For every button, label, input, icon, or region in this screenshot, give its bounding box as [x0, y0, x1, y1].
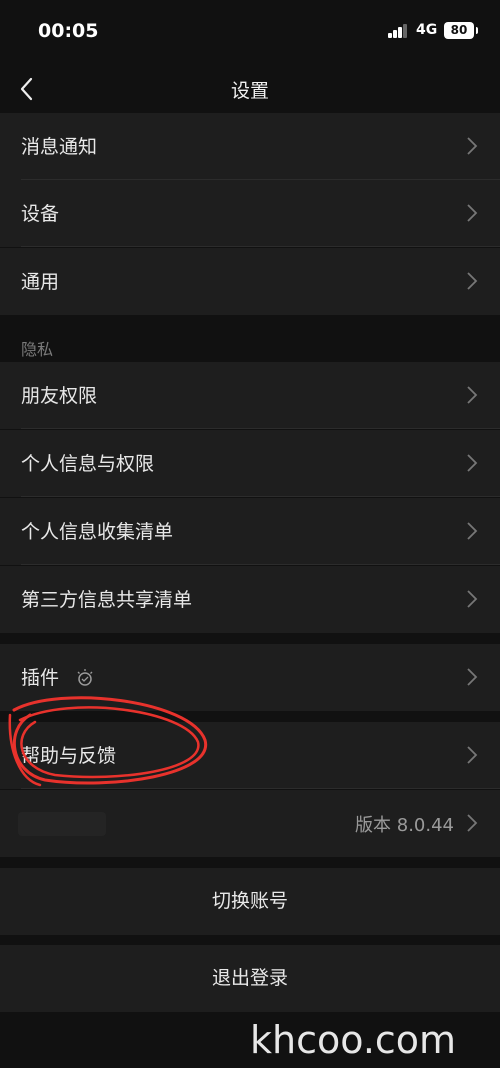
menu-item-notifications[interactable]: 消息通知	[0, 113, 500, 180]
menu-item-label: 个人信息收集清单	[21, 521, 174, 543]
nav-bar: 设置	[0, 62, 500, 116]
menu-item-label: 朋友权限	[21, 385, 98, 407]
menu-item-label: 帮助与反馈	[21, 745, 117, 767]
chevron-right-icon	[467, 137, 478, 155]
switch-account-button[interactable]: 切换账号	[0, 868, 500, 935]
network-type: 4G	[416, 22, 438, 38]
chevron-right-icon	[467, 454, 478, 472]
chevron-right-icon	[467, 814, 478, 832]
divider	[21, 496, 500, 497]
chevron-right-icon	[467, 590, 478, 608]
divider	[21, 788, 500, 789]
divider	[21, 246, 500, 247]
chevron-right-icon	[467, 272, 478, 290]
chevron-right-icon	[467, 204, 478, 222]
menu-item-general[interactable]: 通用	[0, 248, 500, 315]
menu-item-plugins[interactable]: 插件	[0, 644, 500, 711]
menu-item-label: 消息通知	[21, 136, 98, 158]
divider	[21, 564, 500, 565]
menu-item-label: 第三方信息共享清单	[21, 589, 193, 611]
signal-icon	[388, 24, 410, 38]
blurred-label	[18, 812, 106, 836]
menu-item-label: 设备	[21, 203, 60, 225]
battery-icon: 80	[444, 22, 478, 39]
menu-item-label: 通用	[21, 271, 60, 293]
bulb-icon	[77, 669, 93, 686]
chevron-right-icon	[467, 386, 478, 404]
chevron-right-icon	[467, 668, 478, 686]
divider	[21, 428, 500, 429]
menu-item-info-collection-list[interactable]: 个人信息收集清单	[0, 498, 500, 565]
menu-item-personal-info-permissions[interactable]: 个人信息与权限	[0, 430, 500, 497]
logout-button[interactable]: 退出登录	[0, 945, 500, 1012]
menu-item-third-party-sharing[interactable]: 第三方信息共享清单	[0, 566, 500, 633]
menu-item-label: 个人信息与权限	[21, 453, 155, 475]
menu-item-about[interactable]: 版本 8.0.44	[0, 790, 500, 857]
page-title: 设置	[230, 80, 269, 102]
menu-item-label: 插件	[21, 667, 60, 689]
menu-item-friend-permissions[interactable]: 朋友权限	[0, 362, 500, 429]
status-time: 00:05	[38, 20, 99, 42]
watermark-text: khcoo.com	[250, 1018, 457, 1062]
version-text: 版本 8.0.44	[355, 815, 454, 836]
menu-item-devices[interactable]: 设备	[0, 180, 500, 247]
chevron-right-icon	[467, 522, 478, 540]
section-label-privacy: 隐私	[21, 340, 54, 359]
chevron-right-icon	[467, 746, 478, 764]
menu-item-help-feedback[interactable]: 帮助与反馈	[0, 722, 500, 789]
status-bar: 00:05 4G 80	[0, 0, 500, 62]
